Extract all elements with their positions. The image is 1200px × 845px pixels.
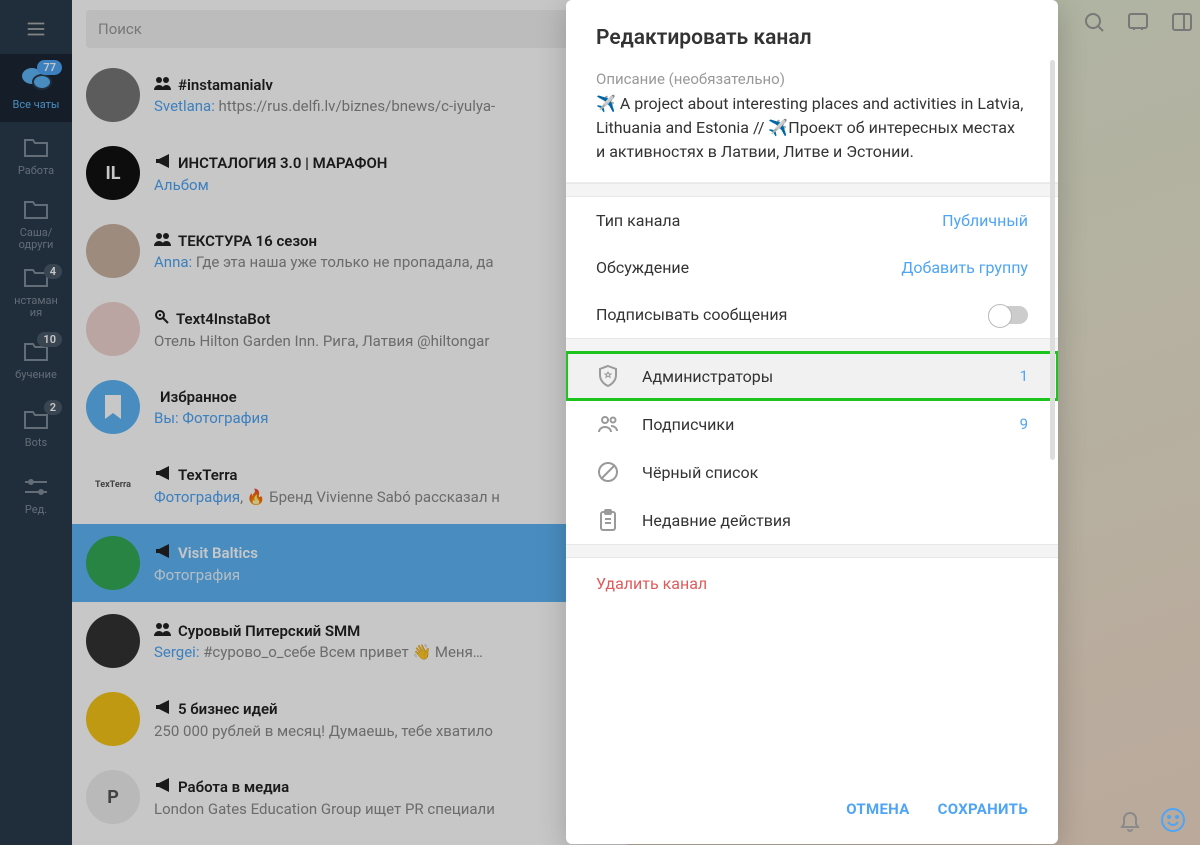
sign-messages-row: Подписывать сообщения <box>566 291 1058 338</box>
administrators-row[interactable]: Администраторы 1 <box>566 352 1058 400</box>
section-gap <box>566 183 1058 197</box>
scrollbar[interactable] <box>1050 60 1055 460</box>
smile-icon[interactable] <box>1160 807 1186 837</box>
edit-channel-modal: Редактировать канал Описание (необязател… <box>566 0 1058 844</box>
channel-type-value: Публичный <box>942 211 1028 230</box>
discussion-row[interactable]: Обсуждение Добавить группу <box>566 244 1058 291</box>
channel-type-label: Тип канала <box>596 211 680 230</box>
subscribers-label: Подписчики <box>642 415 734 434</box>
section-gap <box>566 544 1058 558</box>
delete-channel-button[interactable]: Удалить канал <box>566 558 1058 609</box>
block-icon <box>596 460 620 484</box>
discussion-label: Обсуждение <box>596 258 689 277</box>
section-gap <box>566 338 1058 352</box>
bell-icon[interactable] <box>1118 808 1142 836</box>
blacklist-label: Чёрный список <box>642 463 758 482</box>
recent-actions-row[interactable]: Недавние действия <box>566 496 1058 544</box>
blacklist-row[interactable]: Чёрный список <box>566 448 1058 496</box>
sign-messages-label: Подписывать сообщения <box>596 305 787 324</box>
clipboard-icon <box>596 508 620 532</box>
channel-type-row[interactable]: Тип канала Публичный <box>566 197 1058 244</box>
description-text[interactable]: ✈️ A project about interesting places an… <box>566 88 1058 183</box>
shield-icon <box>596 364 620 388</box>
discussion-value: Добавить группу <box>901 258 1028 277</box>
sign-messages-toggle[interactable] <box>988 306 1028 324</box>
save-button[interactable]: СОХРАНИТЬ <box>938 800 1028 818</box>
admins-count: 1 <box>1020 367 1028 385</box>
description-label: Описание (необязательно) <box>566 70 1058 88</box>
cancel-button[interactable]: ОТМЕНА <box>846 800 909 818</box>
input-bar-icons <box>1118 807 1186 837</box>
subscribers-count: 9 <box>1020 415 1028 433</box>
modal-footer: ОТМЕНА СОХРАНИТЬ <box>566 774 1058 844</box>
subscribers-row[interactable]: Подписчики 9 <box>566 400 1058 448</box>
recent-actions-label: Недавние действия <box>642 511 791 530</box>
admins-label: Администраторы <box>642 367 773 386</box>
users-icon <box>596 412 620 436</box>
modal-title: Редактировать канал <box>566 0 1058 70</box>
